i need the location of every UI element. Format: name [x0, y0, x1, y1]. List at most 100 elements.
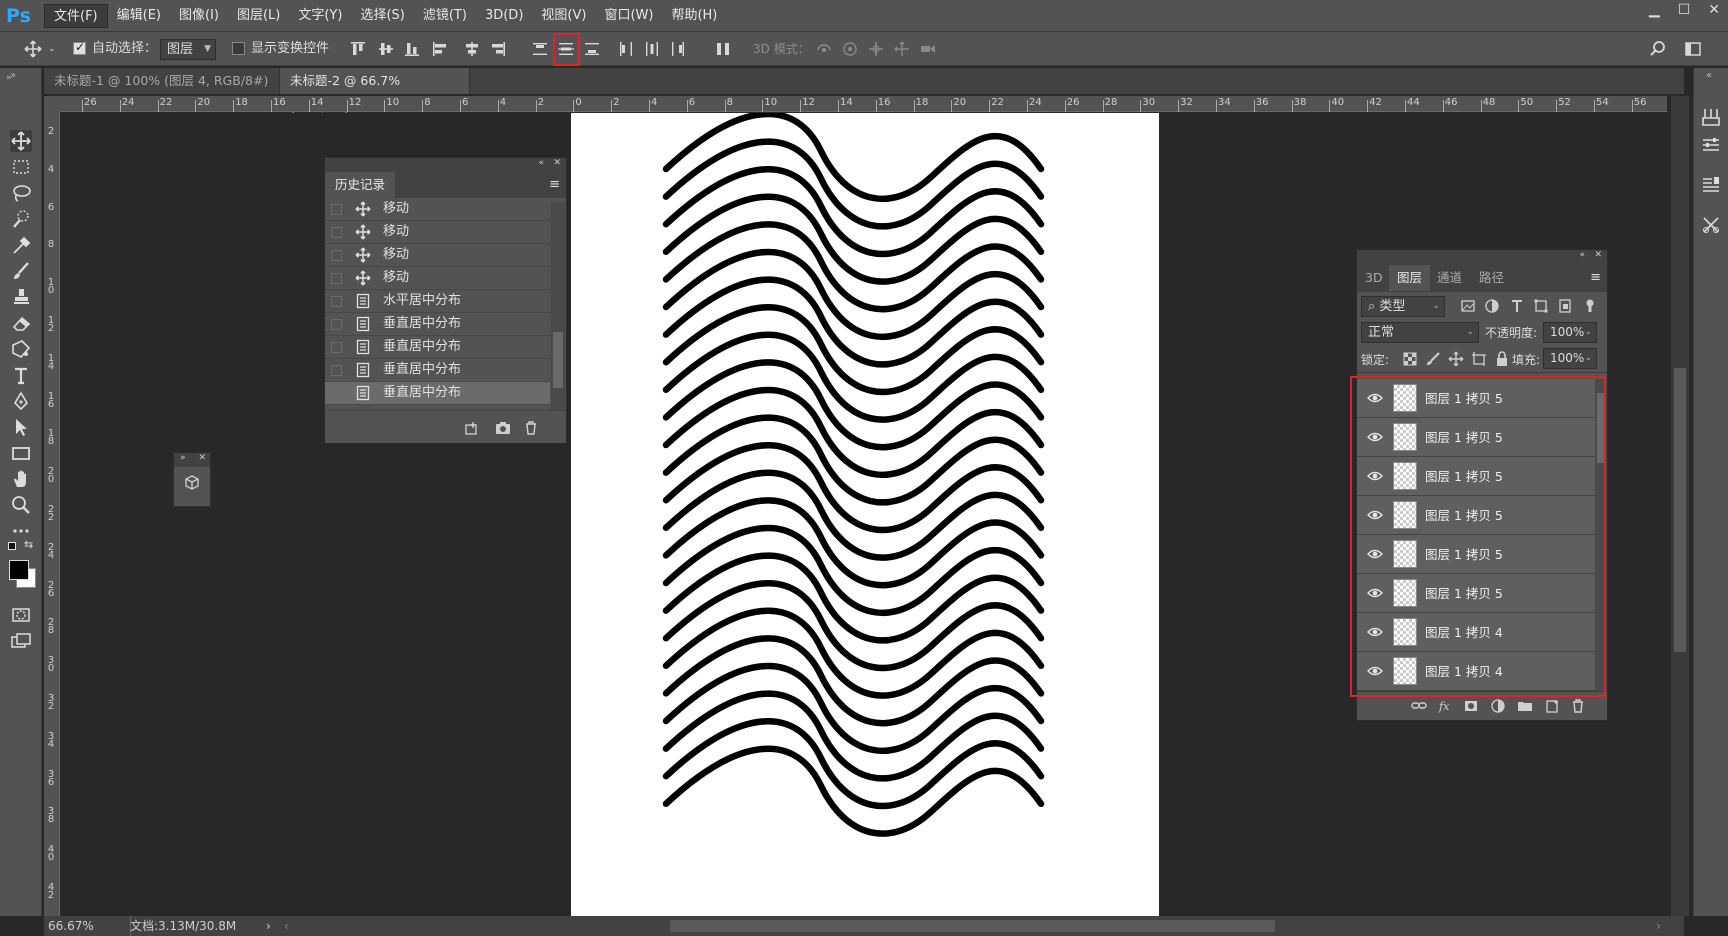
- menu-item[interactable]: 视图(V): [532, 4, 595, 28]
- auto-select-dropdown[interactable]: 图层 ▼: [160, 39, 216, 60]
- document-canvas[interactable]: [571, 110, 1159, 916]
- panels-collapse-icon[interactable]: »: [6, 73, 12, 83]
- align-left-edges-icon[interactable]: [431, 40, 449, 58]
- distribute-bottom-icon[interactable]: [583, 40, 601, 58]
- zoom-level[interactable]: 66.67%: [48, 916, 94, 936]
- history-snapshot-checkbox[interactable]: [331, 204, 342, 215]
- distribute-right-icon[interactable]: [669, 40, 687, 58]
- menu-item[interactable]: 文件(F): [44, 3, 108, 28]
- marquee-tool-icon[interactable]: [10, 156, 32, 178]
- history-snapshot-checkbox[interactable]: [331, 250, 342, 261]
- adjustment-layer-icon[interactable]: [1490, 698, 1506, 717]
- history-scrollbar[interactable]: [551, 202, 565, 410]
- gradient-tool-icon[interactable]: [10, 338, 32, 360]
- tab-history[interactable]: 历史记录: [325, 172, 396, 198]
- menu-item[interactable]: 图像(I): [170, 4, 228, 28]
- zoom-tool-icon[interactable]: [10, 494, 32, 516]
- history-snapshot-checkbox[interactable]: [331, 365, 342, 376]
- move-tool-icon[interactable]: [10, 130, 32, 152]
- menu-item[interactable]: 窗口(W): [595, 4, 662, 28]
- history-item[interactable]: 移动: [325, 267, 550, 290]
- quick-selection-tool-icon[interactable]: [10, 208, 32, 230]
- history-snapshot-checkbox[interactable]: [331, 296, 342, 307]
- history-item[interactable]: 垂直居中分布: [325, 313, 550, 336]
- close-icon[interactable]: ✕: [1708, 2, 1720, 18]
- foreground-color-swatch[interactable]: [9, 560, 29, 580]
- camera-icon[interactable]: [495, 420, 511, 439]
- pen-tool-icon[interactable]: [10, 390, 32, 412]
- clone-stamp-tool-icon[interactable]: [10, 286, 32, 308]
- link-layers-icon[interactable]: [1411, 698, 1427, 717]
- path-selection-tool-icon[interactable]: [10, 416, 32, 438]
- minimize-icon[interactable]: ▁: [1649, 2, 1660, 18]
- fx-icon[interactable]: fx: [1437, 698, 1453, 717]
- 3d-cube-icon[interactable]: [184, 475, 200, 494]
- opacity-input[interactable]: 100% ⌄: [1543, 322, 1597, 343]
- collapse-icon[interactable]: «: [538, 158, 544, 168]
- history-item[interactable]: 垂直居中分布: [325, 359, 550, 382]
- lock-all-icon[interactable]: [1494, 351, 1510, 370]
- menu-item[interactable]: 选择(S): [351, 4, 413, 28]
- type-tool-icon[interactable]: [10, 364, 32, 386]
- quick-mask-icon[interactable]: [10, 604, 32, 626]
- scroll-left-arrow[interactable]: ‹: [284, 916, 289, 936]
- swap-colors-icon[interactable]: ⇆: [24, 538, 33, 551]
- filter-shape-icon[interactable]: [1533, 298, 1549, 317]
- blend-mode-dropdown[interactable]: 正常 ⌄: [1361, 322, 1479, 343]
- tab-3d[interactable]: 3D: [1357, 265, 1391, 291]
- close-icon[interactable]: ✕: [1594, 250, 1602, 260]
- align-horizontal-centers-icon[interactable]: [463, 40, 481, 58]
- add-mask-icon[interactable]: [1463, 698, 1479, 717]
- adjustments-icon[interactable]: [1700, 134, 1722, 156]
- menu-item[interactable]: 编辑(E): [108, 4, 170, 28]
- close-icon[interactable]: ✕: [553, 158, 561, 168]
- history-scroll-thumb[interactable]: [553, 332, 563, 388]
- chevron-down-icon[interactable]: ⌄: [48, 32, 56, 66]
- history-snapshot-checkbox[interactable]: [331, 388, 342, 399]
- 3d-pan-icon[interactable]: [867, 40, 885, 58]
- history-item[interactable]: 垂直居中分布: [325, 336, 550, 359]
- tab-layers[interactable]: 图层: [1389, 265, 1431, 291]
- panel-menu-icon[interactable]: ≡: [1590, 270, 1601, 285]
- panel-menu-icon[interactable]: ≡: [549, 177, 560, 192]
- document-tab[interactable]: 未标题-1 @ 100% (图层 4, RGB/8#) *✕: [44, 68, 280, 114]
- lock-position-icon[interactable]: [1448, 351, 1464, 370]
- paragraph-icon[interactable]: [1700, 174, 1722, 196]
- move-tool-preset-icon[interactable]: [24, 40, 42, 58]
- filter-kind-dropdown[interactable]: ⌕ 类型 ⌄: [1361, 296, 1445, 317]
- align-top-edges-icon[interactable]: [349, 40, 367, 58]
- history-item[interactable]: 移动: [325, 221, 550, 244]
- distribute-left-icon[interactable]: [617, 40, 635, 58]
- history-snapshot-checkbox[interactable]: [331, 273, 342, 284]
- menu-item[interactable]: 文字(Y): [289, 4, 351, 28]
- strip-collapse-icon[interactable]: «: [1706, 70, 1712, 81]
- maximize-icon[interactable]: ☐: [1678, 2, 1691, 18]
- hand-tool-icon[interactable]: [10, 468, 32, 490]
- scroll-right-arrow[interactable]: ›: [1656, 916, 1661, 936]
- align-vertical-centers-icon[interactable]: [377, 40, 395, 58]
- history-item[interactable]: 移动: [325, 198, 550, 221]
- expand-icon[interactable]: »: [180, 453, 186, 463]
- properties-icon[interactable]: [1700, 106, 1722, 128]
- auto-align-icon[interactable]: [714, 40, 732, 58]
- close-icon[interactable]: ✕: [198, 453, 206, 463]
- lock-image-icon[interactable]: [1425, 351, 1441, 370]
- eyedropper-tool-icon[interactable]: [10, 234, 32, 256]
- tab-paths[interactable]: 路径: [1471, 265, 1512, 291]
- new-layer-icon[interactable]: [1544, 698, 1560, 717]
- history-snapshot-checkbox[interactable]: [331, 319, 342, 330]
- tab-channels[interactable]: 通道: [1429, 265, 1470, 291]
- vertical-scroll-thumb[interactable]: [1674, 368, 1686, 652]
- horizontal-scroll-thumb[interactable]: [670, 920, 1275, 932]
- trash-icon[interactable]: [523, 420, 539, 439]
- fill-input[interactable]: 100% ⌄: [1543, 348, 1597, 369]
- 3d-rotate-icon[interactable]: [815, 40, 833, 58]
- history-snapshot-checkbox[interactable]: [331, 342, 342, 353]
- history-item[interactable]: 垂直居中分布: [325, 382, 550, 405]
- filter-adjustment-icon[interactable]: [1484, 298, 1500, 317]
- brush-tool-icon[interactable]: [10, 260, 32, 282]
- new-document-from-state-icon[interactable]: [463, 420, 479, 439]
- status-menu-arrow[interactable]: ›: [266, 916, 271, 936]
- menu-item[interactable]: 3D(D): [476, 4, 532, 28]
- history-item[interactable]: 移动: [325, 244, 550, 267]
